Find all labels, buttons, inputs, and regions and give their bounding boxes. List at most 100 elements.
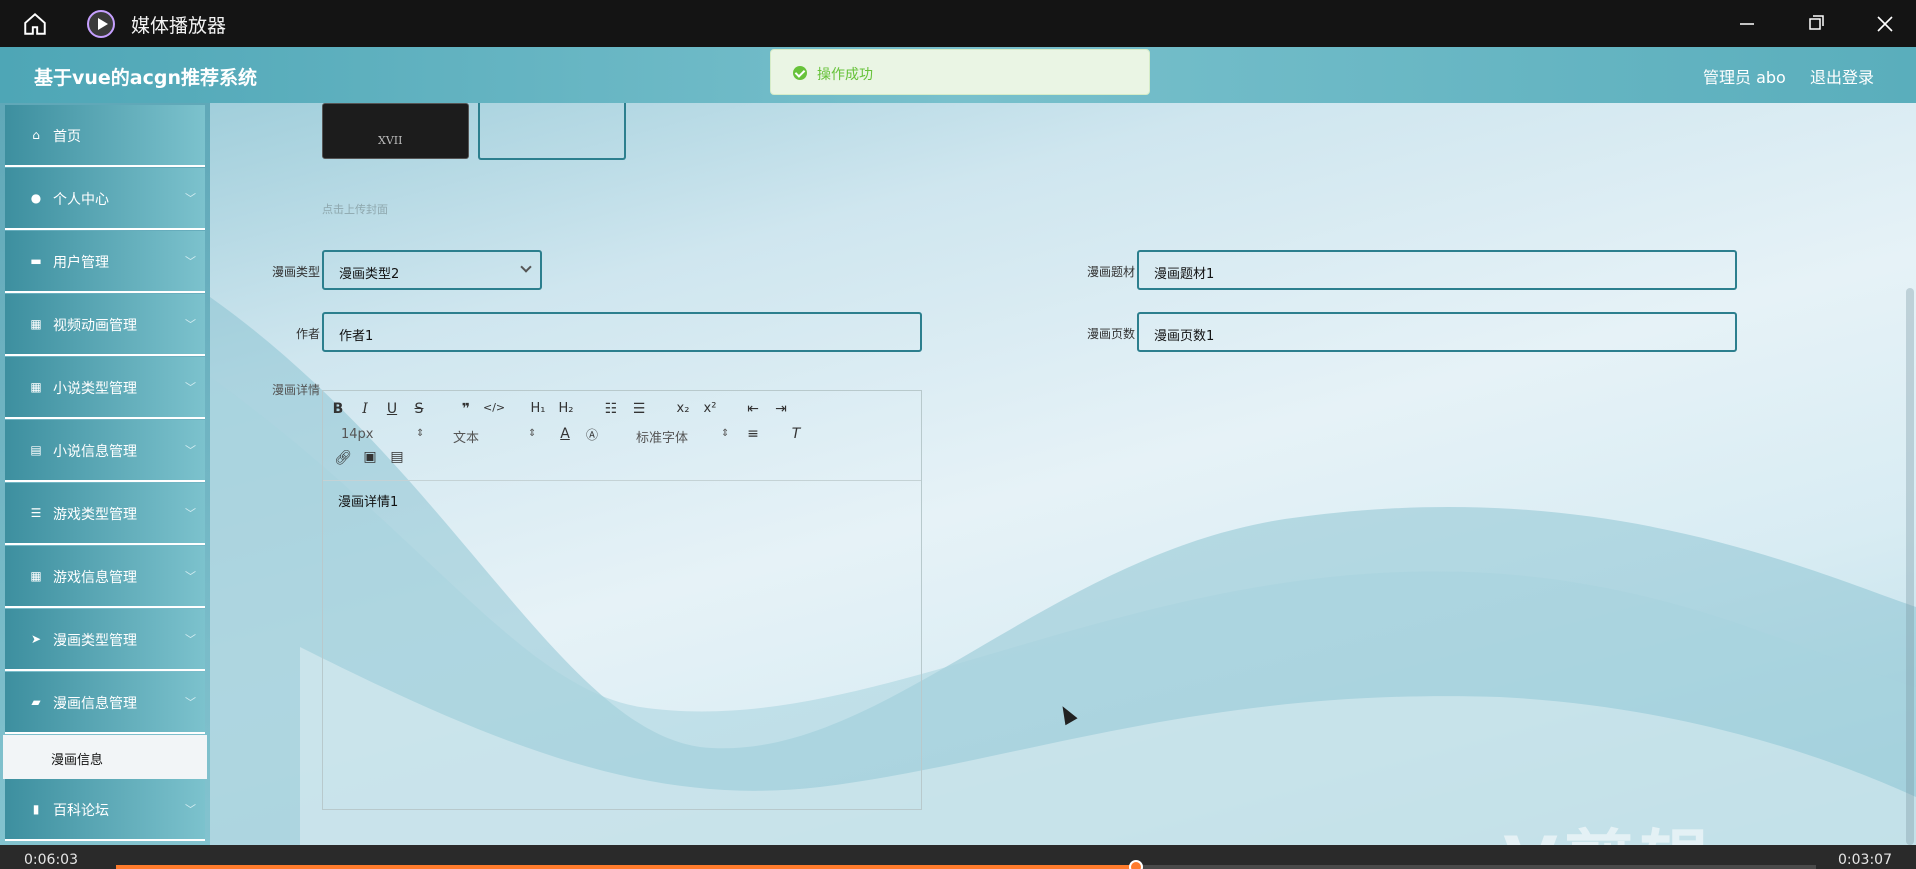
- sidebar-subitem-label: 漫画信息: [51, 753, 104, 768]
- bullet-list-icon[interactable]: ☰: [629, 401, 649, 417]
- sidebar-subitem-comic-info[interactable]: 漫画信息: [3, 735, 207, 779]
- author-label: 作者: [295, 327, 320, 341]
- comic-theme-input[interactable]: 漫画题材1: [1137, 250, 1737, 290]
- page-count-input[interactable]: 漫画页数1: [1137, 312, 1737, 352]
- success-toast: 操作成功: [770, 49, 1150, 95]
- comic-theme-value: 漫画题材1: [1154, 267, 1215, 282]
- italic-icon[interactable]: I: [355, 401, 375, 417]
- sidebar-item-label: 首页: [53, 129, 81, 145]
- page-count-value: 漫画页数1: [1154, 329, 1215, 344]
- home-icon[interactable]: [22, 11, 48, 37]
- comic-type-label: 漫画类型: [271, 265, 320, 279]
- grid-icon: ▦: [30, 380, 42, 394]
- editor-toolbar: B I U S ❞ </> H₁ H₂ ☷ ☰ x₂ x² ⇤ ⇥ 14px ⇕: [323, 391, 921, 481]
- sidebar-item-video-management[interactable]: ▦ 视频动画管理 ﹀: [5, 294, 205, 356]
- heading2-icon[interactable]: H₂: [556, 401, 576, 416]
- chevron-down-icon: ﹀: [185, 570, 196, 583]
- align-icon[interactable]: ≡: [743, 426, 763, 442]
- code-block-icon[interactable]: </>: [483, 401, 505, 414]
- font-size-select[interactable]: 14px ⇕: [341, 427, 426, 442]
- sidebar-item-personal-center[interactable]: ● 个人中心 ﹀: [5, 168, 205, 230]
- chevron-down-icon: ﹀: [185, 803, 196, 816]
- sort-arrows-icon: ⇕: [721, 428, 730, 439]
- sidebar-item-label: 漫画信息管理: [53, 696, 137, 712]
- rich-text-editor: B I U S ❞ </> H₁ H₂ ☷ ☰ x₂ x² ⇤ ⇥ 14px ⇕: [322, 390, 922, 810]
- media-player-icon: [87, 10, 115, 38]
- image-icon[interactable]: ▣: [360, 449, 380, 465]
- font-family-value: 标准字体: [636, 431, 689, 446]
- sidebar-item-label: 漫画类型管理: [53, 633, 137, 649]
- chevron-down-icon: [520, 261, 532, 273]
- sidebar-item-comic-type-management[interactable]: ➤ 漫画类型管理 ﹀: [5, 609, 205, 671]
- progress-bar[interactable]: [116, 860, 1816, 869]
- restore-button[interactable]: [1786, 0, 1844, 47]
- grid-icon: ▦: [30, 569, 42, 583]
- sidebar-item-wiki-forum[interactable]: ▮ 百科论坛 ﹀: [5, 779, 205, 841]
- grid-icon: ▦: [30, 317, 42, 331]
- font-color-icon[interactable]: A: [555, 426, 575, 442]
- clear-format-icon[interactable]: T: [786, 426, 806, 442]
- superscript-icon[interactable]: x²: [700, 401, 720, 416]
- chevron-down-icon: ﹀: [185, 444, 196, 457]
- bold-icon[interactable]: B: [328, 401, 348, 417]
- author-input[interactable]: 作者1: [322, 312, 922, 352]
- subscript-icon[interactable]: x₂: [673, 401, 693, 416]
- chart-icon: ▮: [32, 802, 40, 816]
- sidebar-item-home[interactable]: ⌂ 首页: [5, 105, 205, 167]
- strikethrough-icon[interactable]: S: [409, 401, 429, 417]
- sidebar-item-game-info-management[interactable]: ▦ 游戏信息管理 ﹀: [5, 546, 205, 608]
- editor-watermark: eV剪辑: [1450, 807, 1716, 845]
- sidebar-item-game-type-management[interactable]: ☰ 游戏类型管理 ﹀: [5, 483, 205, 545]
- heading1-icon[interactable]: H₁: [528, 401, 548, 416]
- cover-upload-hint: 点击上传封面: [322, 203, 388, 216]
- page-scrollbar[interactable]: [1904, 103, 1916, 845]
- blockquote-icon[interactable]: ❞: [456, 401, 476, 417]
- total-time: 0:03:07: [1838, 852, 1892, 868]
- chevron-down-icon: ﹀: [185, 696, 196, 709]
- underline-icon[interactable]: U: [382, 401, 402, 417]
- cover-thumbnail[interactable]: [322, 103, 469, 159]
- sidebar-item-label: 游戏类型管理: [53, 507, 137, 523]
- minimize-button[interactable]: [1718, 0, 1776, 47]
- sidebar-item-user-management[interactable]: ▬ 用户管理 ﹀: [5, 231, 205, 293]
- sidebar-item-label: 小说类型管理: [53, 381, 137, 397]
- sidebar-item-label: 小说信息管理: [53, 444, 137, 460]
- indent-icon[interactable]: ⇥: [771, 401, 791, 417]
- sort-arrows-icon: ⇕: [528, 428, 537, 439]
- comic-detail-label: 漫画详情: [271, 383, 320, 397]
- sort-arrows-icon: ⇕: [416, 428, 425, 439]
- sidebar-item-novel-info-management[interactable]: ▤ 小说信息管理 ﹀: [5, 420, 205, 482]
- app-window: 基于vue的acgn推荐系统 管理员 abo 退出登录 操作成功 ⌂ 首页 ● …: [0, 47, 1916, 845]
- video-icon[interactable]: ▤: [387, 449, 407, 465]
- background-color-icon[interactable]: Ⓐ: [582, 426, 602, 443]
- comic-edit-form: 点击上传封面 漫画类型 漫画类型2 漫画题材 漫画题材1 作者 作者1 漫画页数…: [210, 103, 1916, 845]
- check-circle-icon: [793, 66, 807, 80]
- outdent-icon[interactable]: ⇤: [743, 401, 763, 417]
- text-style-select[interactable]: 文本 ⇕: [453, 427, 538, 446]
- comic-type-select[interactable]: 漫画类型2: [322, 250, 542, 290]
- current-user[interactable]: 管理员 abo: [1703, 64, 1786, 88]
- monitor-icon: ▬: [30, 254, 42, 268]
- editor-content[interactable]: 漫画详情1: [338, 491, 398, 510]
- page-count-label: 漫画页数: [1086, 327, 1135, 341]
- send-icon: ➤: [30, 632, 42, 646]
- elapsed-time: 0:06:03: [24, 852, 78, 868]
- toast-message: 操作成功: [817, 67, 873, 83]
- chevron-down-icon: ﹀: [185, 381, 196, 394]
- text-style-value: 文本: [453, 431, 480, 446]
- logout-link[interactable]: 退出登录: [1810, 64, 1874, 88]
- sidebar-item-label: 视频动画管理: [53, 318, 137, 334]
- home-icon: ⌂: [32, 128, 40, 142]
- progress-knob[interactable]: [1129, 860, 1143, 869]
- font-family-select[interactable]: 标准字体 ⇕: [636, 427, 731, 446]
- sidebar-item-label: 个人中心: [53, 192, 109, 208]
- sidebar-item-novel-type-management[interactable]: ▦ 小说类型管理 ﹀: [5, 357, 205, 419]
- sidebar-item-label: 游戏信息管理: [53, 570, 137, 586]
- ordered-list-icon[interactable]: ☷: [601, 401, 621, 417]
- link-icon[interactable]: 🔗︎: [333, 450, 353, 466]
- cover-upload-box[interactable]: [478, 103, 626, 160]
- close-button[interactable]: [1856, 0, 1914, 47]
- scrollbar-thumb[interactable]: [1906, 288, 1914, 845]
- sidebar-item-comic-info-management[interactable]: ▰ 漫画信息管理 ﹀: [5, 672, 205, 734]
- window-titlebar: 媒体播放器: [0, 0, 1916, 47]
